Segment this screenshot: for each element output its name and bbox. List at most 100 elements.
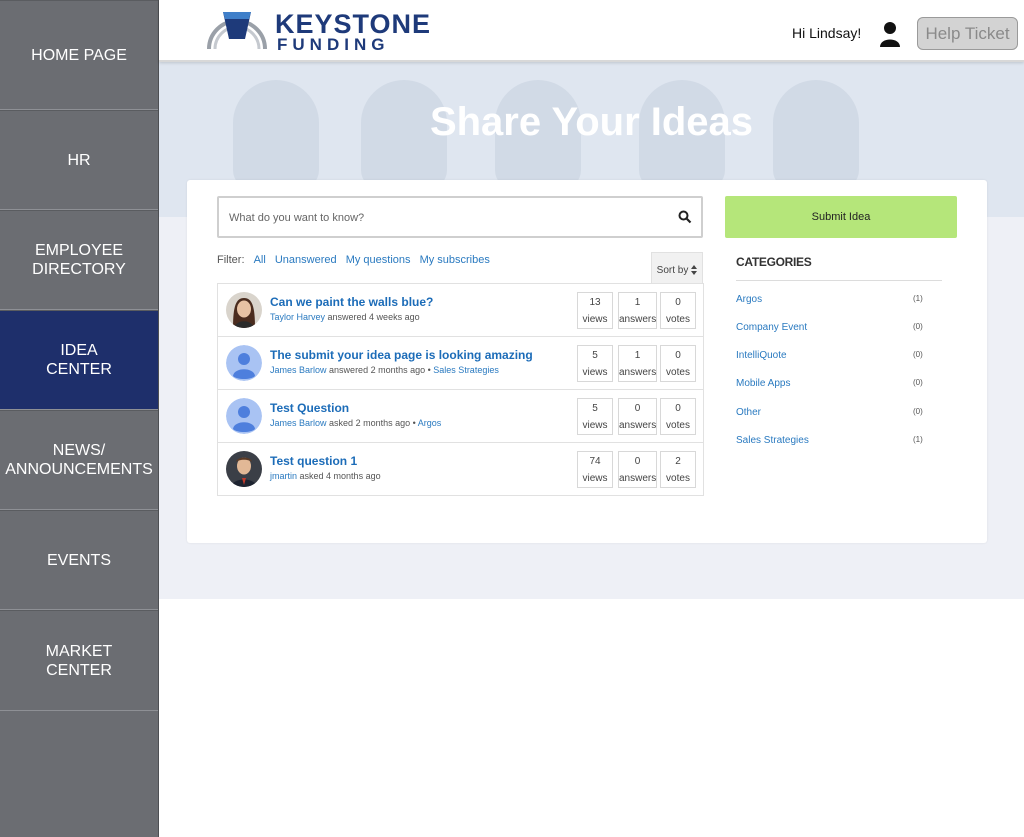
question-category-link[interactable]: Argos bbox=[418, 418, 442, 428]
question-action: asked 4 months ago bbox=[299, 471, 381, 481]
question-author-link[interactable]: James Barlow bbox=[270, 365, 327, 375]
category-link-other[interactable]: Other bbox=[736, 407, 761, 418]
views-number: 5 bbox=[592, 403, 598, 414]
category-link-intelliquote[interactable]: IntelliQuote bbox=[736, 350, 787, 361]
question-title-link[interactable]: Test Question bbox=[270, 401, 349, 415]
sort-by-label: Sort by bbox=[656, 264, 689, 276]
votes-number: 0 bbox=[675, 403, 681, 414]
question-title-link[interactable]: Can we paint the walls blue? bbox=[270, 295, 433, 309]
question-list: Can we paint the walls blue? Taylor Harv… bbox=[217, 283, 704, 496]
sidebar-item-hr[interactable]: HR bbox=[0, 110, 158, 210]
bullet-separator: • bbox=[427, 365, 431, 375]
category-count: (0) bbox=[913, 378, 923, 387]
categories-divider bbox=[736, 280, 942, 281]
search-input[interactable] bbox=[229, 208, 649, 228]
views-label: views bbox=[582, 367, 608, 378]
question-author-link[interactable]: Taylor Harvey bbox=[270, 312, 325, 322]
category-count: (0) bbox=[913, 322, 923, 331]
category-link-mobile-apps[interactable]: Mobile Apps bbox=[736, 378, 790, 389]
question-meta: James Barlow answered 2 months ago • Sal… bbox=[270, 365, 499, 375]
sidebar-item-news-announcements[interactable]: NEWS/ ANNOUNCEMENTS bbox=[0, 410, 158, 510]
question-row: Test question 1 jmartin asked 4 months a… bbox=[218, 443, 703, 496]
sidebar-item-employee-directory[interactable]: EMPLOYEE DIRECTORY bbox=[0, 210, 158, 310]
default-user-icon bbox=[226, 345, 262, 381]
filter-my-subscribes[interactable]: My subscribes bbox=[420, 254, 490, 266]
votes-count: 0 votes bbox=[660, 292, 696, 329]
category-link-sales-strategies[interactable]: Sales Strategies bbox=[736, 435, 809, 446]
question-row: The submit your idea page is looking ama… bbox=[218, 337, 703, 390]
question-action: asked 2 months ago bbox=[329, 418, 411, 428]
search-box bbox=[217, 196, 703, 238]
votes-number: 2 bbox=[675, 456, 681, 467]
views-number: 13 bbox=[589, 297, 601, 308]
submit-idea-button[interactable]: Submit Idea bbox=[725, 196, 957, 238]
sidebar-item-market-center[interactable]: MARKET CENTER bbox=[0, 610, 158, 711]
views-label: views bbox=[582, 473, 608, 484]
question-author-link[interactable]: James Barlow bbox=[270, 418, 327, 428]
votes-label: votes bbox=[666, 473, 690, 484]
answers-count: 1 answers bbox=[618, 345, 657, 382]
question-author-link[interactable]: jmartin bbox=[270, 471, 297, 481]
filter-all[interactable]: All bbox=[254, 254, 266, 266]
answers-count: 1 answers bbox=[618, 292, 657, 329]
answers-count: 0 answers bbox=[618, 451, 657, 488]
user-photo-man bbox=[226, 451, 262, 487]
search-icon[interactable] bbox=[678, 210, 692, 224]
page: HOME PAGE HR EMPLOYEE DIRECTORY IDEA CEN… bbox=[0, 0, 1024, 837]
question-title-link[interactable]: Test question 1 bbox=[270, 454, 357, 468]
sidebar: HOME PAGE HR EMPLOYEE DIRECTORY IDEA CEN… bbox=[0, 0, 159, 837]
top-header: KEYSTONE FUNDING Hi Lindsay! Help Ticket bbox=[159, 0, 1024, 62]
user-photo-woman bbox=[226, 292, 262, 328]
category-count: (1) bbox=[913, 294, 923, 303]
keystone-logo[interactable]: KEYSTONE FUNDING bbox=[205, 9, 430, 54]
answers-label: answers bbox=[619, 314, 657, 325]
help-ticket-button[interactable]: Help Ticket bbox=[917, 17, 1018, 50]
question-category-link[interactable]: Sales Strategies bbox=[433, 365, 499, 375]
avatar bbox=[226, 345, 262, 381]
avatar bbox=[226, 451, 262, 487]
votes-count: 0 votes bbox=[660, 398, 696, 435]
filter-bar: Filter: All Unanswered My questions My s… bbox=[217, 254, 490, 266]
sidebar-item-events[interactable]: EVENTS bbox=[0, 510, 158, 610]
question-action: answered 4 weeks ago bbox=[327, 312, 420, 322]
category-link-company-event[interactable]: Company Event bbox=[736, 322, 807, 333]
votes-count: 2 votes bbox=[660, 451, 696, 488]
user-profile-icon[interactable] bbox=[879, 21, 901, 47]
sidebar-item-idea-center[interactable]: IDEA CENTER bbox=[0, 310, 158, 410]
filter-my-questions[interactable]: My questions bbox=[346, 254, 411, 266]
sidebar-item-home-page[interactable]: HOME PAGE bbox=[0, 0, 158, 110]
question-action: answered 2 months ago bbox=[329, 365, 426, 375]
default-user-icon bbox=[226, 398, 262, 434]
answers-label: answers bbox=[619, 367, 657, 378]
views-count: 5 views bbox=[577, 398, 613, 435]
filter-unanswered[interactable]: Unanswered bbox=[275, 254, 337, 266]
filter-label: Filter: bbox=[217, 254, 245, 266]
category-link-argos[interactable]: Argos bbox=[736, 294, 762, 305]
category-count: (1) bbox=[913, 435, 923, 444]
votes-number: 0 bbox=[675, 297, 681, 308]
views-number: 5 bbox=[592, 350, 598, 361]
votes-label: votes bbox=[666, 367, 690, 378]
views-count: 74 views bbox=[577, 451, 613, 488]
answers-number: 1 bbox=[634, 297, 641, 308]
views-count: 5 views bbox=[577, 345, 613, 382]
category-count: (0) bbox=[913, 350, 923, 359]
question-title-link[interactable]: The submit your idea page is looking ama… bbox=[270, 348, 533, 362]
bullet-separator: • bbox=[412, 418, 416, 428]
keystone-arch-icon bbox=[207, 12, 267, 50]
logo-line2: FUNDING bbox=[277, 35, 390, 54]
question-meta: jmartin asked 4 months ago bbox=[270, 471, 381, 481]
question-row: Test Question James Barlow asked 2 month… bbox=[218, 390, 703, 443]
idea-center-card: Filter: All Unanswered My questions My s… bbox=[187, 180, 987, 543]
answers-label: answers bbox=[619, 420, 657, 431]
answers-label: answers bbox=[619, 473, 657, 484]
sort-arrows-icon bbox=[691, 265, 698, 275]
answers-number: 0 bbox=[634, 456, 641, 467]
page-title: Share Your Ideas bbox=[429, 100, 754, 144]
avatar bbox=[226, 292, 262, 328]
answers-count: 0 answers bbox=[618, 398, 657, 435]
votes-count: 0 votes bbox=[660, 345, 696, 382]
views-label: views bbox=[582, 420, 608, 431]
category-count: (0) bbox=[913, 407, 923, 416]
votes-label: votes bbox=[666, 420, 690, 431]
